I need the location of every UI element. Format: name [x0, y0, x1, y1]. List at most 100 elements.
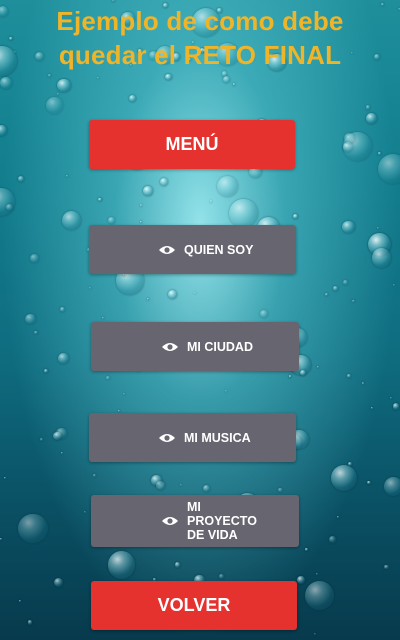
bubble: [316, 572, 319, 575]
bubble: [333, 286, 338, 291]
bubble: [6, 203, 14, 211]
bubble: [0, 537, 3, 540]
bubble: [143, 186, 153, 196]
bubble: [370, 406, 374, 410]
menu-item-quien-soy[interactable]: QUIEN SOY: [89, 225, 296, 274]
bubble: [260, 310, 269, 319]
bubble: [107, 551, 136, 579]
bubble: [123, 274, 126, 277]
bubble: [232, 83, 236, 86]
bubble: [165, 73, 172, 81]
bubble: [288, 375, 291, 378]
bubble: [343, 280, 348, 285]
bubble: [111, 0, 116, 2]
bubble: [156, 481, 165, 490]
bubble: [366, 105, 371, 110]
menu-item-mi-ciudad[interactable]: MI CIUDAD: [91, 322, 299, 371]
menu-button[interactable]: MENÚ: [89, 120, 295, 169]
bubble: [218, 573, 224, 579]
bubble: [93, 474, 96, 477]
bubble: [342, 220, 356, 234]
bubble: [367, 480, 371, 485]
bubble: [202, 485, 210, 493]
bubble: [346, 373, 352, 379]
bubble: [328, 536, 336, 543]
bubble: [60, 306, 66, 312]
bubble: [139, 204, 143, 207]
bubble: [27, 620, 33, 625]
menu-item-mi-proyecto-de-vida[interactable]: MI PROYECTO DE VIDA: [91, 495, 299, 547]
bubble: [56, 93, 59, 96]
bubble: [193, 292, 196, 295]
bubble: [57, 78, 71, 93]
bubble: [53, 432, 62, 441]
bubble: [48, 73, 51, 77]
bubble: [65, 175, 68, 178]
bubble: [376, 227, 380, 230]
bubble: [46, 96, 64, 114]
bubble: [331, 465, 358, 492]
bubble: [117, 409, 120, 412]
bubble: [43, 368, 49, 373]
bubble: [18, 599, 22, 603]
bubble: [217, 176, 239, 198]
bubble: [225, 389, 228, 393]
bubble: [0, 188, 15, 216]
bubble: [300, 370, 307, 376]
bubble: [296, 576, 305, 584]
bubble: [293, 213, 298, 219]
menu-item-label: MI PROYECTO DE VIDA: [187, 500, 257, 542]
bubble: [317, 365, 320, 368]
page-title-line-2: quedar el RETO FINAL: [58, 40, 342, 70]
volver-button[interactable]: VOLVER: [91, 581, 297, 630]
bubble: [18, 176, 24, 182]
bubble: [139, 220, 142, 223]
bubble: [337, 516, 340, 519]
eye-icon: [161, 341, 179, 353]
bubble: [174, 561, 181, 568]
bubble: [0, 76, 13, 90]
bubble: [34, 330, 38, 335]
bubble: [83, 510, 86, 513]
bubble: [88, 287, 91, 290]
bubble: [344, 133, 355, 144]
bubble: [168, 290, 178, 300]
bubble: [325, 293, 329, 296]
bubble: [229, 199, 258, 228]
bubble: [40, 438, 44, 442]
bubble: [180, 483, 183, 486]
bubble: [146, 297, 149, 300]
bubble: [384, 477, 400, 497]
eye-icon: [158, 244, 176, 256]
bubble: [151, 475, 162, 486]
bubble: [53, 577, 64, 588]
bubble: [60, 451, 63, 454]
bubble: [342, 131, 372, 162]
bubble: [392, 403, 400, 410]
menu-item-mi-musica[interactable]: MI MUSICA: [89, 413, 296, 462]
bubble: [367, 233, 391, 257]
bubble: [305, 548, 308, 551]
bubble: [384, 564, 390, 570]
eye-icon: [158, 432, 176, 444]
menu-item-label: MI MUSICA: [184, 430, 251, 445]
bubble: [390, 397, 393, 400]
bubble: [352, 300, 355, 303]
bubble: [366, 112, 378, 124]
bubble: [128, 94, 136, 102]
bubble: [378, 154, 400, 185]
page-title-line-1: Ejemplo de como debe: [56, 6, 344, 36]
bubble: [361, 382, 365, 385]
bubble: [278, 487, 283, 493]
bubble: [122, 392, 125, 395]
bubble: [25, 313, 36, 325]
bubble: [223, 75, 231, 83]
bubble: [304, 581, 334, 611]
bubble: [106, 376, 111, 381]
bubble: [0, 124, 7, 136]
bubble: [101, 316, 104, 319]
bubble: [378, 152, 381, 155]
bubble: [57, 353, 69, 365]
bubble: [209, 200, 213, 203]
bubble: [18, 513, 48, 544]
